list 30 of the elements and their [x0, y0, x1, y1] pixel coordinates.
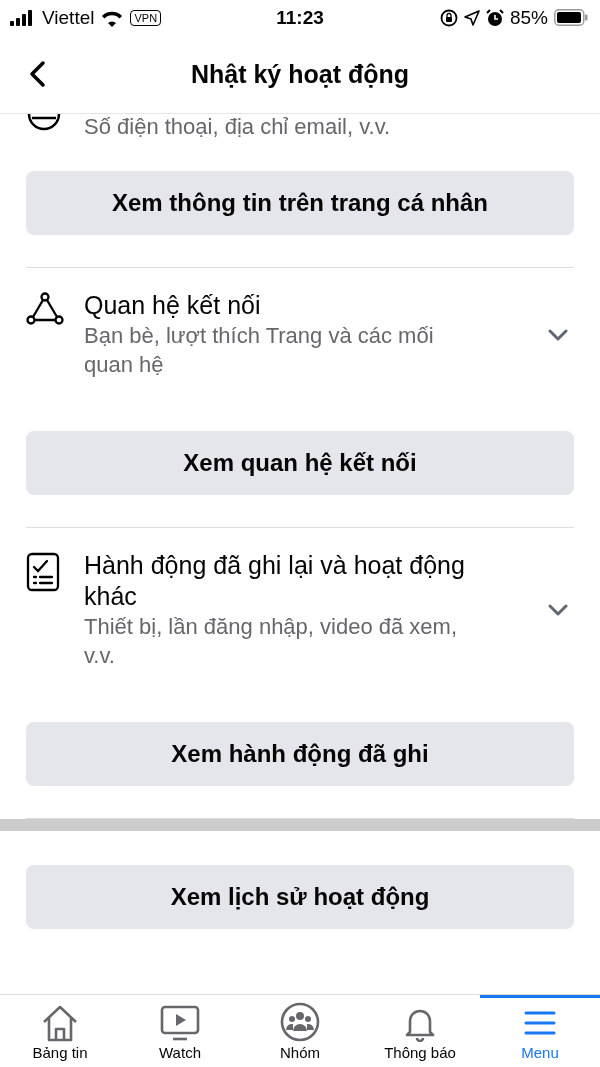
section-button[interactable]: Xem quan hệ kết nối — [26, 431, 574, 495]
alarm-icon — [485, 8, 504, 27]
page-title: Nhật ký hoạt động — [190, 59, 410, 89]
tab-bar-item[interactable]: Bảng tin — [0, 995, 120, 1067]
chevron-down-icon[interactable] — [548, 604, 568, 616]
battery-icon — [554, 9, 588, 26]
section-title: Quan hệ kết nối — [84, 290, 262, 321]
vpn-badge: VPN — [130, 9, 162, 26]
checklist-icon — [26, 552, 60, 592]
connections-icon — [26, 292, 64, 326]
tab-bar-item[interactable]: Watch — [120, 995, 240, 1067]
section-description: Thiết bị, lần đăng nhập, video đã xem, v.v. — [84, 613, 459, 670]
section-description: Bạn bè, lượt thích Trang và các mối quan hệ — [84, 322, 435, 379]
activity-history-button[interactable]: Xem lịch sử hoạt động — [26, 865, 574, 929]
clock-time: 11:23 — [276, 6, 324, 29]
carrier-name: Viettel — [42, 6, 95, 29]
rotation-lock-icon — [439, 8, 458, 27]
tab-bar-item[interactable]: Nhóm — [240, 995, 360, 1067]
tab-bar-item[interactable]: Thông báo — [360, 995, 480, 1067]
tab-bar-item[interactable]: Menu — [480, 995, 600, 1067]
section-description: Số điện thoại, địa chỉ email, v.v. — [84, 114, 392, 141]
location-icon — [463, 9, 480, 26]
chevron-down-icon[interactable] — [548, 328, 568, 341]
section-title: Hành động đã ghi lại và hoạt động khác — [84, 550, 466, 612]
group-icon — [280, 1002, 320, 1042]
back-icon[interactable] — [28, 60, 46, 88]
battery-percent: 85% — [509, 6, 548, 29]
section-button[interactable]: Xem thông tin trên trang cá nhân — [26, 171, 574, 235]
section-button[interactable]: Xem hành động đã ghi — [26, 722, 574, 786]
video-icon — [160, 1004, 200, 1042]
